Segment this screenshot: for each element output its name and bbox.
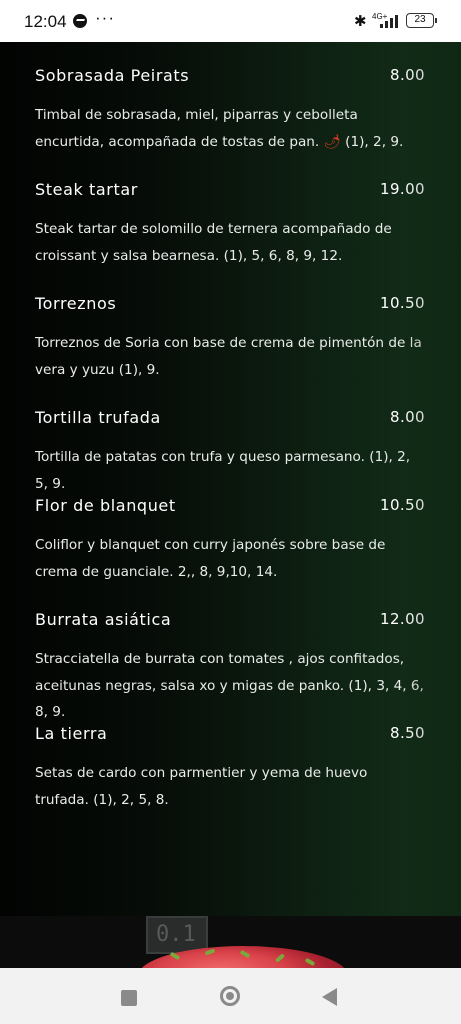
messenger-icon [73,14,87,28]
home-icon[interactable] [220,986,240,1006]
back-icon[interactable] [322,988,337,1006]
status-bar: 12:04 ··· ✱ 4G+ 23 [0,0,461,42]
food-photo: 0.1 [0,916,461,968]
menu-item-name: Steak tartar [35,180,138,199]
menu-item-price: 10.50 [380,294,425,312]
menu-item-price: 8.00 [390,408,425,426]
more-notifications-icon: ··· [95,8,115,27]
menu-list[interactable]: Sobrasada Peirats 8.00 Timbal de sobrasa… [0,42,461,916]
menu-item-name: Torreznos [35,294,117,313]
menu-item-description: Tortilla de patatas con trufa y queso pa… [35,449,411,492]
system-nav-bar [0,968,461,1024]
menu-item-price: 8.50 [390,724,425,742]
battery-icon: 23 [406,13,437,28]
menu-item-name: La tierra [35,724,108,743]
menu-item-price: 10.50 [380,496,425,514]
menu-item-description: Steak tartar de solomillo de ternera aco… [35,221,392,264]
bluetooth-icon: ✱ [354,13,367,30]
recent-apps-icon[interactable] [121,990,137,1006]
menu-item-description: Stracciatella de burrata con tomates , a… [35,651,424,720]
menu-item-name: Burrata asiática [35,610,172,629]
menu-item-price: 19.00 [380,180,425,198]
menu-item-description: Coliflor y blanquet con curry japonés so… [35,537,386,580]
menu-item-price: 12.00 [380,610,425,628]
menu-item-description: Timbal de sobrasada, miel, piparras y ce… [35,107,404,150]
menu-item-description: Setas de cardo con parmentier y yema de … [35,765,368,808]
chili-pepper-icon: 🌶 [323,133,341,150]
signal-icon [380,14,402,28]
menu-item-price: 8.00 [390,66,425,84]
menu-item-name: Tortilla trufada [35,408,161,427]
menu-item-name: Sobrasada Peirats [35,66,190,85]
menu-item-description: Torreznos de Soria con base de crema de … [35,335,422,378]
menu-item-name: Flor de blanquet [35,496,176,515]
status-time: 12:04 [24,12,67,31]
